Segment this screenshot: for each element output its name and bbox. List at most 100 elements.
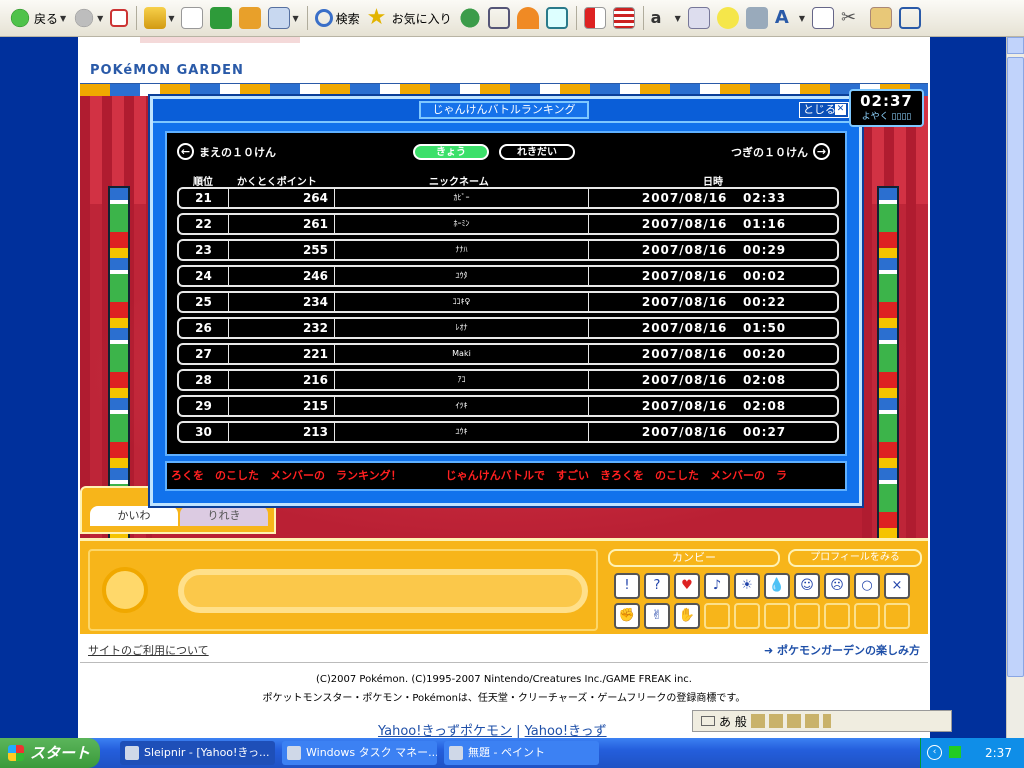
- tray-expand-icon[interactable]: ‹: [927, 745, 942, 760]
- favorites-button[interactable]: ★ お気に入り: [364, 3, 455, 33]
- rank-cell: 22: [179, 215, 229, 233]
- mail-button[interactable]: ▼: [265, 3, 301, 33]
- tab-today[interactable]: きょう: [413, 144, 489, 160]
- header-points: かくとくポイント: [237, 177, 317, 188]
- start-button[interactable]: スタート: [0, 738, 100, 768]
- network-icon[interactable]: [949, 746, 961, 758]
- lightbulb-icon[interactable]: ☀: [734, 573, 760, 599]
- right-pillar: [877, 186, 899, 554]
- scroll-thumb[interactable]: [1007, 57, 1024, 677]
- profile-name: カンビー: [608, 549, 780, 567]
- tab-talk[interactable]: かいわ: [90, 506, 178, 526]
- keyboard-icon[interactable]: [701, 716, 715, 726]
- next-page-button[interactable]: つぎの１０けん →: [731, 143, 830, 160]
- scroll-up-button[interactable]: [1007, 37, 1024, 54]
- datetime-cell: 2007/08/16 00:20: [589, 345, 839, 363]
- refresh-button[interactable]: [207, 3, 235, 33]
- date-text: 2007/08/16: [641, 191, 728, 205]
- datetime-cell: 2007/08/16 01:16: [589, 215, 839, 233]
- ime-mode[interactable]: あ 般: [719, 713, 747, 730]
- heart-icon[interactable]: ♥: [674, 573, 700, 599]
- taskbar-button[interactable]: Sleipnir - [Yahoo!きっ...: [120, 741, 275, 765]
- lookup-button[interactable]: [685, 3, 713, 33]
- window-button[interactable]: [543, 3, 571, 33]
- prev-page-button[interactable]: ← まえの１０けん: [177, 143, 276, 160]
- footer-rule: [80, 662, 928, 663]
- flag-us-button[interactable]: [610, 3, 638, 33]
- tab-all-time[interactable]: れきだい: [499, 144, 575, 160]
- back-button[interactable]: 戻る ▼: [6, 3, 69, 33]
- forward-button[interactable]: ▼: [70, 3, 106, 33]
- rss-button[interactable]: [514, 3, 542, 33]
- time-text: 02:33: [742, 191, 787, 205]
- enjoy-link[interactable]: ➜ ポケモンガーデンの楽しみ方: [764, 642, 920, 658]
- mail-icon: [268, 7, 291, 29]
- datetime-gap: [727, 425, 743, 439]
- question-icon[interactable]: ?: [644, 573, 670, 599]
- yahoo-pokemon-link[interactable]: Yahoo!きっずポケモン: [378, 724, 512, 739]
- rock-icon[interactable]: ✊: [614, 603, 640, 629]
- settings-button[interactable]: [743, 3, 771, 33]
- ranking-row: 22 261 ﾎｰﾐﾝ 2007/08/16 01:16: [177, 213, 839, 235]
- ime-tools-icon[interactable]: [750, 714, 831, 728]
- toolbar-separator: [136, 6, 138, 30]
- time-text: 00:22: [742, 295, 787, 309]
- right-arrow-icon: →: [813, 143, 830, 160]
- close-tab-button[interactable]: [178, 3, 206, 33]
- nickname-cell: ﾅﾅﾊ: [335, 241, 589, 259]
- taskbar-button[interactable]: 無題 - ペイント: [444, 741, 599, 765]
- tree-button[interactable]: [485, 3, 513, 33]
- exclaim-icon[interactable]: !: [614, 573, 640, 599]
- datetime-gap: [727, 373, 743, 387]
- tab-history[interactable]: りれき: [180, 506, 268, 526]
- emote-slot-empty: [764, 603, 790, 629]
- datetime-cell: 2007/08/16 01:50: [589, 319, 839, 337]
- history-button[interactable]: [456, 3, 484, 33]
- ranking-row: 29 215 ｲﾂｷ 2007/08/16 02:08: [177, 395, 839, 417]
- circle-icon[interactable]: ○: [854, 573, 880, 599]
- control-panel: カンビー プロフィールをみる !? ♥ ♪ ☀ 💧 ☺ ☹ ○ × ✊ ✌ ✋: [80, 538, 928, 634]
- smile-icon[interactable]: ☺: [794, 573, 820, 599]
- cross-icon[interactable]: ×: [884, 573, 910, 599]
- time-text: 00:27: [742, 425, 787, 439]
- mic-button[interactable]: [102, 567, 148, 613]
- settings-icon: [745, 7, 768, 29]
- site-usage-link[interactable]: サイトのご利用について: [88, 642, 209, 658]
- header-rank: 順位: [193, 177, 213, 188]
- font-button[interactable]: A ▼: [772, 3, 808, 33]
- clock-display: 02:37 よやく ▯▯▯▯: [849, 89, 924, 127]
- paper-icon[interactable]: ✋: [674, 603, 700, 629]
- message-input[interactable]: [178, 569, 588, 613]
- search-button[interactable]: 検索: [312, 3, 363, 33]
- copy-button[interactable]: [809, 3, 837, 33]
- close-button[interactable]: とじる ✕: [799, 102, 849, 118]
- time-text: 01:50: [742, 321, 787, 335]
- flag-icon: [583, 7, 606, 29]
- frown-icon[interactable]: ☹: [824, 573, 850, 599]
- left-arrow-icon: ←: [177, 143, 194, 160]
- paste-button[interactable]: [867, 3, 895, 33]
- note-icon[interactable]: ♪: [704, 573, 730, 599]
- browser-toolbar: 戻る ▼ ▼ ▼ ▼ 検索 ★ お気に入り a ▼ A ▼ ✂: [0, 0, 1024, 37]
- datetime-gap: [727, 243, 743, 257]
- home-button[interactable]: [236, 3, 264, 33]
- amazon-button[interactable]: a ▼: [648, 3, 684, 33]
- profile-button[interactable]: プロフィールをみる: [788, 549, 922, 567]
- datetime-cell: 2007/08/16 02:08: [589, 371, 839, 389]
- datetime-cell: 2007/08/16 00:22: [589, 293, 839, 311]
- flag-jp-button[interactable]: [581, 3, 609, 33]
- stop-button[interactable]: [107, 3, 131, 33]
- datetime-gap: [727, 295, 743, 309]
- chat-button[interactable]: [714, 3, 742, 33]
- ranking-row: 25 234 ｺｺｷ♀ 2007/08/16 00:22: [177, 291, 839, 313]
- scissors-hand-icon[interactable]: ✌: [644, 603, 670, 629]
- points-cell: 232: [229, 319, 335, 337]
- ranking-row: 27 221 Maki 2007/08/16 00:20: [177, 343, 839, 365]
- up-button[interactable]: ▼: [141, 3, 177, 33]
- drop-icon[interactable]: 💧: [764, 573, 790, 599]
- cut-button[interactable]: ✂: [838, 3, 866, 33]
- yahoo-kids-link[interactable]: Yahoo!きっず: [525, 724, 607, 739]
- scrollbar[interactable]: [1006, 37, 1024, 738]
- tile-button[interactable]: [896, 3, 924, 33]
- taskbar-button[interactable]: Windows タスク マネー...: [282, 741, 437, 765]
